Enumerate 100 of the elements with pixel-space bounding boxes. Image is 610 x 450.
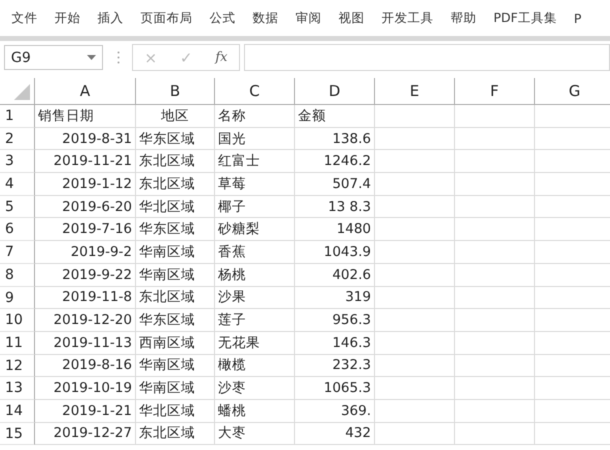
table-cell[interactable]: 146.3	[295, 332, 375, 355]
table-cell[interactable]	[455, 286, 535, 310]
table-cell[interactable]	[455, 105, 535, 128]
row-header[interactable]: 4	[0, 173, 35, 196]
table-cell[interactable]	[455, 128, 535, 150]
table-cell[interactable]	[375, 173, 455, 196]
menu-tab[interactable]: 插入	[89, 10, 132, 26]
table-cell[interactable]: 红富士	[215, 150, 295, 174]
table-cell[interactable]	[455, 377, 535, 400]
table-cell[interactable]: 大枣	[215, 422, 295, 446]
table-cell[interactable]: 沙枣	[215, 377, 295, 400]
row-header[interactable]: 6	[0, 218, 35, 242]
row-header[interactable]: 13	[0, 377, 35, 400]
table-cell[interactable]: 地区	[136, 105, 215, 128]
table-cell[interactable]: 2019-11-8	[35, 286, 136, 310]
table-cell[interactable]: 2019-8-16	[35, 354, 136, 378]
table-cell[interactable]	[375, 422, 455, 446]
table-cell[interactable]: 华北区域	[136, 400, 215, 423]
row-header[interactable]: 12	[0, 354, 35, 378]
table-cell[interactable]	[455, 218, 535, 242]
insert-function-button[interactable]: fx	[211, 50, 232, 65]
table-cell[interactable]: 西南区域	[136, 332, 215, 355]
column-header[interactable]: F	[455, 78, 535, 105]
table-cell[interactable]: 香蕉	[215, 241, 295, 264]
table-cell[interactable]: 1043.9	[295, 241, 375, 264]
column-header[interactable]: B	[136, 78, 215, 105]
table-cell[interactable]: 椰子	[215, 196, 295, 218]
table-cell[interactable]	[375, 150, 455, 174]
table-cell[interactable]: 华南区域	[136, 354, 215, 378]
table-cell[interactable]: 橄榄	[215, 354, 295, 378]
table-cell[interactable]: 国光	[215, 128, 295, 150]
row-header[interactable]: 3	[0, 150, 35, 174]
table-cell[interactable]: 砂糖梨	[215, 218, 295, 242]
table-cell[interactable]: 2019-11-13	[35, 332, 136, 355]
menu-tab[interactable]: 审阅	[287, 10, 330, 26]
table-cell[interactable]: 无花果	[215, 332, 295, 355]
table-cell[interactable]: 2019-10-19	[35, 377, 136, 400]
table-cell[interactable]	[455, 400, 535, 423]
menu-tab[interactable]: 公式	[201, 10, 244, 26]
table-cell[interactable]: 319	[295, 286, 375, 310]
table-cell[interactable]: 东北区域	[136, 173, 215, 196]
table-cell[interactable]: 华东区域	[136, 218, 215, 242]
table-cell[interactable]: 蟠桃	[215, 400, 295, 423]
row-header[interactable]: 7	[0, 241, 35, 264]
table-cell[interactable]	[375, 128, 455, 150]
table-cell[interactable]	[455, 173, 535, 196]
menu-tab[interactable]: 页面布局	[132, 10, 201, 26]
column-header[interactable]: E	[375, 78, 455, 105]
menu-tab[interactable]: 帮助	[442, 10, 485, 26]
table-cell[interactable]: 销售日期	[35, 105, 136, 128]
table-cell[interactable]: 2019-1-21	[35, 400, 136, 423]
table-cell[interactable]: 369.	[295, 400, 375, 423]
row-header[interactable]: 15	[0, 422, 35, 446]
menu-tab[interactable]: 文件	[3, 10, 46, 26]
table-cell[interactable]: 华南区域	[136, 264, 215, 286]
table-cell[interactable]: 432	[295, 422, 375, 446]
table-cell[interactable]	[455, 241, 535, 264]
table-cell[interactable]: 2019-8-31	[35, 128, 136, 150]
table-cell[interactable]: 金额	[295, 105, 375, 128]
row-header[interactable]: 11	[0, 332, 35, 355]
table-cell[interactable]	[375, 105, 455, 128]
table-cell[interactable]: 莲子	[215, 309, 295, 332]
menu-tab[interactable]: 开始	[46, 10, 89, 26]
table-cell[interactable]: 2019-1-12	[35, 173, 136, 196]
row-header[interactable]: 14	[0, 400, 35, 423]
row-header[interactable]: 9	[0, 286, 35, 310]
drag-handle-icon[interactable]	[117, 51, 120, 64]
menu-tab[interactable]: 视图	[330, 10, 373, 26]
table-cell[interactable]: 507.4	[295, 173, 375, 196]
table-cell[interactable]: 1480	[295, 218, 375, 242]
table-cell[interactable]: 沙果	[215, 286, 295, 310]
table-cell[interactable]: 2019-12-20	[35, 309, 136, 332]
table-cell[interactable]: 华南区域	[136, 241, 215, 264]
table-cell[interactable]	[375, 377, 455, 400]
table-cell[interactable]: 草莓	[215, 173, 295, 196]
table-cell[interactable]	[455, 309, 535, 332]
table-cell[interactable]: 2019-9-2	[35, 241, 136, 264]
table-cell[interactable]: 2019-6-20	[35, 196, 136, 218]
table-cell[interactable]: 杨桃	[215, 264, 295, 286]
row-header[interactable]: 5	[0, 196, 35, 218]
table-cell[interactable]: 华南区域	[136, 377, 215, 400]
table-cell[interactable]	[455, 354, 535, 378]
table-cell[interactable]: 1246.2	[295, 150, 375, 174]
table-cell[interactable]: 2019-12-27	[35, 422, 136, 446]
table-cell[interactable]: 东北区域	[136, 150, 215, 174]
table-cell[interactable]: 402.6	[295, 264, 375, 286]
table-cell[interactable]: 1065.3	[295, 377, 375, 400]
row-header[interactable]: 2	[0, 128, 35, 150]
table-cell[interactable]	[455, 196, 535, 218]
table-cell[interactable]	[375, 400, 455, 423]
formula-bar[interactable]	[244, 44, 610, 71]
menu-tab[interactable]: 开发工具	[373, 10, 442, 26]
menu-tab[interactable]: P	[565, 10, 590, 26]
table-cell[interactable]	[455, 422, 535, 446]
column-header[interactable]: C	[215, 78, 295, 105]
name-box[interactable]: G9	[4, 45, 103, 70]
table-cell[interactable]: 名称	[215, 105, 295, 128]
table-cell[interactable]: 东北区域	[136, 286, 215, 310]
row-header[interactable]: 10	[0, 309, 35, 332]
table-cell[interactable]	[455, 332, 535, 355]
